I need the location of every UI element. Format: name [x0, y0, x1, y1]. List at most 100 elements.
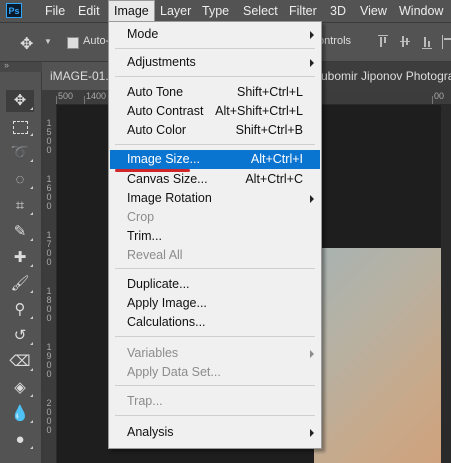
menu-item-trap[interactable]: Trap... — [110, 392, 320, 411]
document-tab-inactive[interactable]: ubomir Jiponov Photogra — [317, 62, 451, 90]
document-tab-title: iMAGE-01. — [50, 69, 109, 83]
menu-item-canvas-size[interactable]: Canvas Size... Alt+Ctrl+C — [110, 170, 320, 189]
align-bottom-icon[interactable] — [422, 35, 432, 49]
vertical-scrollbar[interactable] — [441, 105, 451, 463]
red-underline-annotation — [115, 169, 190, 172]
paint-bucket-tool-button[interactable]: ◈ — [6, 377, 34, 399]
menu-item-label: Image Rotation — [127, 191, 212, 205]
blur-drop-icon: 💧 — [10, 405, 30, 422]
menu-item-label: Duplicate... — [127, 277, 190, 291]
menu-edit[interactable]: Edit — [78, 0, 100, 22]
menu-layer[interactable]: Layer — [160, 0, 191, 22]
ruler-label: 0 — [46, 369, 52, 379]
menu-item-label: Canvas Size... — [127, 172, 208, 186]
menu-item-shortcut: Shift+Ctrl+B — [235, 123, 303, 137]
menu-separator — [115, 48, 315, 49]
menu-item-crop[interactable]: Crop — [110, 208, 320, 227]
menu-item-apply-data-set[interactable]: Apply Data Set... — [110, 363, 320, 382]
menu-separator — [115, 144, 315, 145]
healing-brush-tool-button[interactable]: ✚ — [6, 247, 34, 269]
menu-bar: Ps File Edit Image Layer Type Select Fil… — [0, 0, 451, 22]
lasso-tool-button[interactable]: ➰ — [6, 142, 34, 164]
menu-item-auto-color[interactable]: Auto Color Shift+Ctrl+B — [110, 121, 320, 140]
move-icon: ✥ — [13, 92, 27, 109]
menu-item-adjustments[interactable]: Adjustments — [110, 53, 320, 72]
clone-stamp-tool-button[interactable]: ⚲ — [6, 299, 34, 321]
ruler-label: 0 — [46, 145, 52, 155]
menu-item-label: Trap... — [127, 394, 163, 408]
align-top-icon[interactable] — [378, 35, 388, 49]
history-brush-icon: ↺ — [13, 327, 27, 344]
align-left-icon[interactable] — [442, 35, 451, 49]
eraser-icon: ⌫ — [9, 353, 31, 370]
menu-separator — [115, 385, 315, 386]
brush-tool-button[interactable]: 🖌 — [6, 273, 34, 295]
menu-window[interactable]: Window — [399, 0, 443, 22]
menu-item-label: Auto Color — [127, 123, 187, 137]
menu-item-image-rotation[interactable]: Image Rotation — [110, 189, 320, 208]
eyedropper-tool-button[interactable]: ✎ — [6, 221, 34, 243]
align-vertical-center-icon[interactable] — [400, 35, 410, 49]
ruler-label: 0 — [46, 257, 52, 267]
menu-item-auto-contrast[interactable]: Auto Contrast Alt+Shift+Ctrl+L — [110, 102, 320, 121]
dodge-icon: ● — [15, 431, 25, 448]
bandage-icon: ✚ — [13, 249, 27, 266]
menu-item-label: Mode — [127, 27, 159, 41]
marquee-tool-button[interactable] — [6, 116, 34, 138]
history-brush-tool-button[interactable]: ↺ — [6, 325, 34, 347]
menu-item-auto-tone[interactable]: Auto Tone Shift+Ctrl+L — [110, 83, 320, 102]
menu-item-shortcut: Shift+Ctrl+L — [236, 85, 303, 99]
menu-item-image-size[interactable]: Image Size... Alt+Ctrl+I — [110, 150, 320, 169]
blur-tool-button[interactable]: 💧 — [6, 403, 34, 425]
lasso-icon: ➰ — [10, 144, 30, 161]
menu-item-trim[interactable]: Trim... — [110, 227, 320, 246]
menu-3d[interactable]: 3D — [330, 0, 346, 22]
paint-bucket-icon: ◈ — [14, 379, 26, 396]
eraser-tool-button[interactable]: ⌫ — [6, 351, 34, 373]
tool-preset-dropdown-icon[interactable]: ▼ — [44, 37, 52, 46]
auto-select-checkbox[interactable] — [67, 37, 79, 49]
toolbar-header[interactable]: » — [0, 60, 42, 72]
menu-item-label: Apply Data Set... — [127, 365, 221, 379]
menu-item-shortcut: Alt+Shift+Ctrl+L — [215, 104, 303, 118]
menu-filter[interactable]: Filter — [289, 0, 317, 22]
move-tool-button[interactable]: ✥ — [6, 90, 34, 112]
dodge-tool-button[interactable]: ● — [6, 429, 34, 451]
menu-view[interactable]: View — [360, 0, 387, 22]
menu-item-label: Auto Tone — [127, 85, 184, 99]
menu-item-analysis[interactable]: Analysis — [110, 423, 320, 442]
menu-item-calculations[interactable]: Calculations... — [110, 313, 320, 332]
menu-item-label: Adjustments — [127, 55, 196, 69]
menu-image[interactable]: Image — [108, 0, 155, 22]
submenu-arrow-icon — [310, 31, 314, 39]
ruler-label: 500 — [58, 91, 74, 101]
menu-item-apply-image[interactable]: Apply Image... — [110, 294, 320, 313]
eyedropper-icon: ✎ — [13, 223, 27, 240]
menu-file[interactable]: File — [45, 0, 65, 22]
menu-item-shortcut: Alt+Ctrl+I — [250, 152, 303, 166]
menu-item-variables[interactable]: Variables — [110, 344, 320, 363]
submenu-arrow-icon — [310, 59, 314, 67]
menu-item-label: Analysis — [127, 425, 174, 439]
move-tool-icon[interactable]: ✥ — [20, 34, 33, 54]
crop-tool-button[interactable]: ⌗ — [6, 195, 34, 217]
image-menu-dropdown: Mode Adjustments Auto Tone Shift+Ctrl+L A… — [108, 21, 322, 449]
rectangular-marquee-icon — [12, 120, 28, 134]
menu-item-label: Auto Contrast — [127, 104, 204, 118]
menu-item-label: Trim... — [127, 229, 162, 243]
submenu-arrow-icon — [310, 429, 314, 437]
photo-image — [314, 248, 451, 463]
vertical-ruler: 1 5 0 0 1 6 0 0 1 7 0 0 1 8 0 0 1 9 0 0 … — [42, 104, 57, 463]
quick-selection-tool-button[interactable]: ◌ — [6, 169, 34, 191]
menu-separator — [115, 268, 315, 269]
menu-type[interactable]: Type — [202, 0, 229, 22]
menu-item-mode[interactable]: Mode — [110, 25, 320, 44]
crop-icon: ⌗ — [15, 197, 25, 214]
menu-item-label: Variables — [127, 346, 179, 360]
collapse-icon[interactable]: » — [4, 60, 9, 70]
brush-icon: 🖌 — [10, 275, 30, 292]
menu-select[interactable]: Select — [243, 0, 278, 22]
menu-item-label: Calculations... — [127, 315, 206, 329]
menu-item-reveal-all[interactable]: Reveal All — [110, 246, 320, 265]
menu-item-duplicate[interactable]: Duplicate... — [110, 275, 320, 294]
